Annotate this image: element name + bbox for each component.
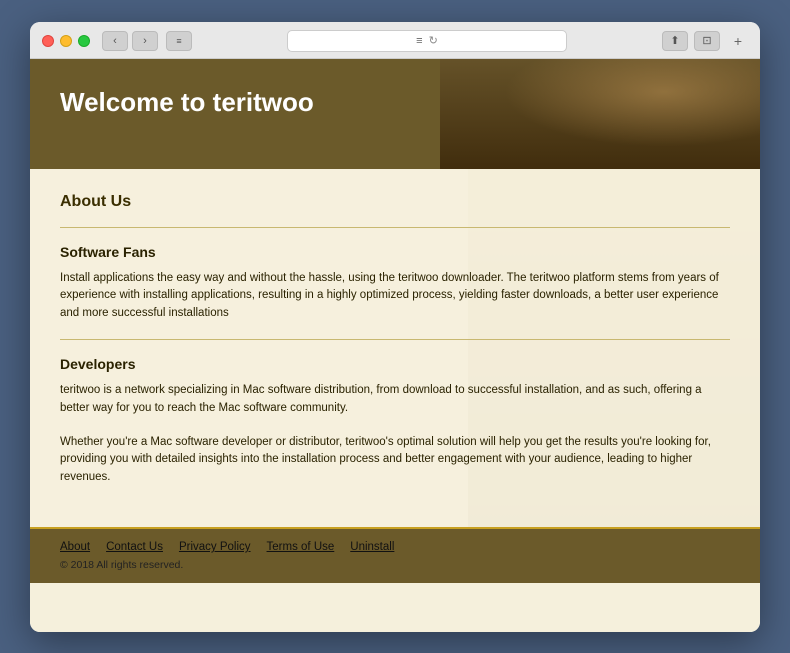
divider-1 xyxy=(60,227,730,228)
title-bar: ‹ › ≡ ≡ ↻ ⬆ ⊡ xyxy=(30,22,760,58)
reader-mode-button[interactable]: ≡ xyxy=(166,31,192,51)
footer: About Contact Us Privacy Policy Terms of… xyxy=(30,527,760,583)
developers-text-1: teritwoo is a network specializing in Ma… xyxy=(60,382,730,418)
footer-link-contact[interactable]: Contact Us xyxy=(106,541,163,553)
minimize-button[interactable] xyxy=(60,35,72,47)
reader-icon: ≡ xyxy=(176,36,181,46)
traffic-lights xyxy=(42,35,90,47)
url-field[interactable]: ≡ ↻ xyxy=(287,30,567,52)
developers-title: Developers xyxy=(60,356,730,372)
hamburger-icon: ≡ xyxy=(416,35,422,47)
reload-icon: ↻ xyxy=(429,34,438,47)
footer-link-about[interactable]: About xyxy=(60,541,90,553)
toolbar-right: ⬆ ⊡ xyxy=(662,31,720,51)
browser-chrome: ‹ › ≡ ≡ ↻ ⬆ ⊡ xyxy=(30,22,760,59)
about-us-title: About Us xyxy=(60,193,730,211)
divider-2 xyxy=(60,339,730,340)
share-icon: ⬆ xyxy=(670,34,679,47)
main-content: About Us Software Fans Install applicati… xyxy=(30,169,760,528)
new-tab-icon: ⊡ xyxy=(702,34,711,47)
back-button[interactable]: ‹ xyxy=(102,31,128,51)
developers-text-2: Whether you're a Mac software developer … xyxy=(60,434,730,487)
add-tab-button[interactable]: + xyxy=(728,31,748,51)
main-section: About Us Software Fans Install applicati… xyxy=(30,169,760,528)
software-fans-title: Software Fans xyxy=(60,244,730,260)
footer-links: About Contact Us Privacy Policy Terms of… xyxy=(60,541,730,553)
nav-buttons: ‹ › xyxy=(102,31,158,51)
hero-title: Welcome to teritwoo xyxy=(60,87,730,118)
address-bar: ≡ ↻ xyxy=(200,30,654,52)
close-button[interactable] xyxy=(42,35,54,47)
hero-section: Welcome to teritwoo xyxy=(30,59,760,169)
footer-copyright: © 2018 All rights reserved. xyxy=(60,559,730,571)
new-tab-button[interactable]: ⊡ xyxy=(694,31,720,51)
share-button[interactable]: ⬆ xyxy=(662,31,688,51)
browser-window: ‹ › ≡ ≡ ↻ ⬆ ⊡ xyxy=(30,22,760,632)
maximize-button[interactable] xyxy=(78,35,90,47)
forward-button[interactable]: › xyxy=(132,31,158,51)
footer-link-uninstall[interactable]: Uninstall xyxy=(350,541,394,553)
footer-link-privacy[interactable]: Privacy Policy xyxy=(179,541,251,553)
website-content: Welcome to teritwoo About Us Software Fa… xyxy=(30,59,760,632)
footer-link-terms[interactable]: Terms of Use xyxy=(267,541,335,553)
software-fans-text: Install applications the easy way and wi… xyxy=(60,270,730,323)
